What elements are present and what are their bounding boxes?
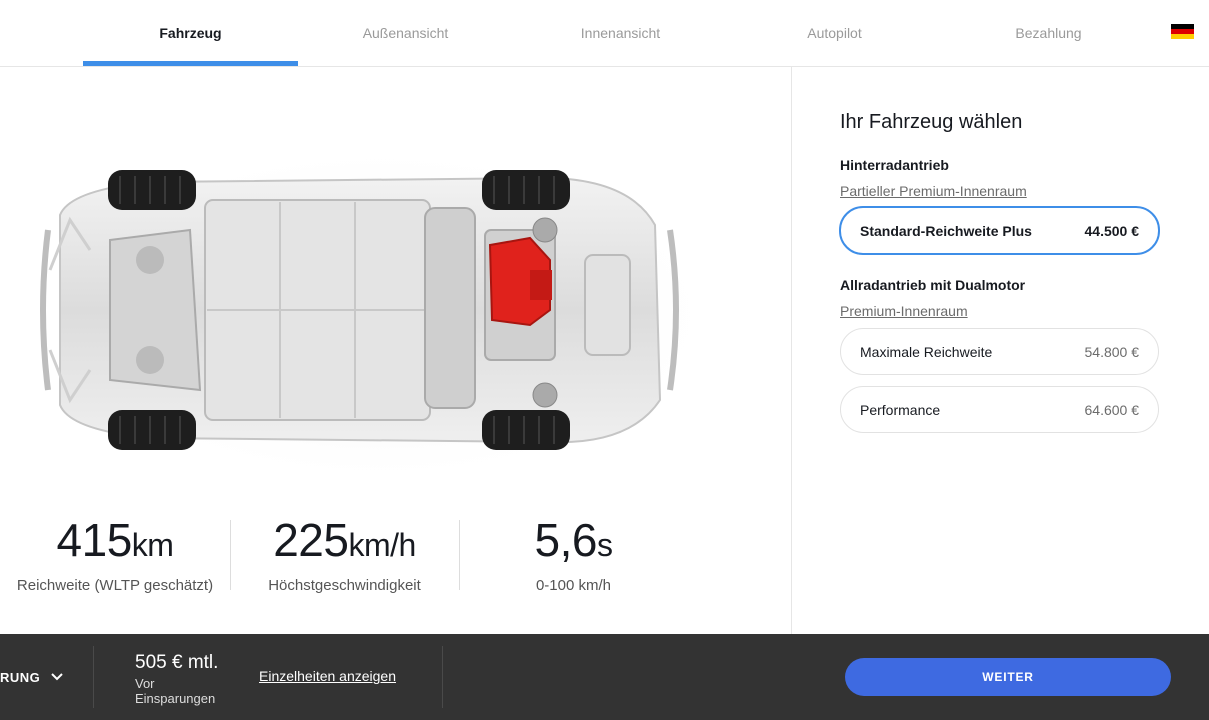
tab-aussenansicht[interactable]: Außenansicht [298, 0, 513, 66]
option-price: 64.600 € [1084, 401, 1140, 418]
stat-range-unit: km [131, 527, 174, 563]
option-price: 54.800 € [1084, 343, 1140, 360]
tab-bezahlung[interactable]: Bezahlung [941, 0, 1156, 66]
tab-innenansicht[interactable]: Innenansicht [513, 0, 728, 66]
option-price: 44.500 € [1084, 222, 1140, 239]
option-long-range[interactable]: Maximale Reichweite 54.800 € [840, 328, 1159, 375]
price-note-line2: Einsparungen [135, 691, 216, 706]
price-note-line1: Vor [135, 676, 155, 691]
bottom-bar-separator [442, 646, 443, 708]
configuration-panel: Ihr Fahrzeug wählen Hinterradantrieb Par… [792, 67, 1209, 634]
active-tab-indicator [83, 61, 298, 66]
bottom-bar: RUNG 505 € mtl. Vor Einsparungen Einzelh… [0, 634, 1209, 720]
interior-link-premium[interactable]: Premium-Innenraum [840, 303, 968, 319]
chevron-down-icon [51, 673, 63, 681]
stat-acceleration: 5,6s 0-100 km/h [459, 512, 688, 594]
bottom-bar-separator [93, 646, 94, 708]
stat-top-speed-unit: km/h [348, 527, 416, 563]
option-name: Maximale Reichweite [860, 343, 993, 360]
interior-link-partial-premium[interactable]: Partieller Premium-Innenraum [840, 183, 1027, 199]
group-title-awd: Allradantrieb mit Dualmotor [840, 277, 1026, 293]
stat-range-label: Reichweite (WLTP geschätzt) [16, 577, 214, 594]
option-standard-range-plus[interactable]: Standard-Reichweite Plus 44.500 € [839, 206, 1160, 255]
stat-range-value: 415 [56, 514, 133, 566]
stat-top-speed: 225km/h Höchstgeschwindigkeit [230, 512, 459, 594]
option-name: Performance [860, 401, 941, 418]
car-chassis-image [30, 120, 730, 500]
next-button[interactable]: WEITER [845, 658, 1171, 696]
car-chassis-illustration [40, 145, 720, 485]
option-performance[interactable]: Performance 64.600 € [840, 386, 1159, 433]
stat-acceleration-value: 5,6 [534, 514, 598, 566]
stat-top-speed-label: Höchstgeschwindigkeit [268, 577, 421, 594]
tab-autopilot[interactable]: Autopilot [728, 0, 941, 66]
stat-acceleration-label: 0-100 km/h [535, 577, 612, 594]
stat-range: 415km Reichweite (WLTP geschätzt) [0, 512, 230, 594]
financing-dropdown-label: RUNG [0, 669, 41, 685]
monthly-price: 505 € mtl. [135, 652, 219, 673]
group-title-rwd: Hinterradantrieb [840, 157, 949, 173]
germany-flag-icon[interactable] [1171, 24, 1194, 39]
panel-title: Ihr Fahrzeug wählen [840, 111, 1023, 133]
stat-acceleration-unit: s [596, 527, 613, 563]
tab-fahrzeug[interactable]: Fahrzeug [83, 0, 298, 66]
show-details-link[interactable]: Einzelheiten anzeigen [259, 668, 396, 684]
top-navigation: Fahrzeug Außenansicht Innenansicht Autop… [0, 0, 1209, 67]
option-name: Standard-Reichweite Plus [860, 222, 1032, 239]
monthly-price-block: 505 € mtl. Vor Einsparungen [135, 652, 218, 706]
stat-top-speed-value: 225 [273, 514, 349, 566]
financing-dropdown[interactable]: RUNG [0, 634, 93, 720]
